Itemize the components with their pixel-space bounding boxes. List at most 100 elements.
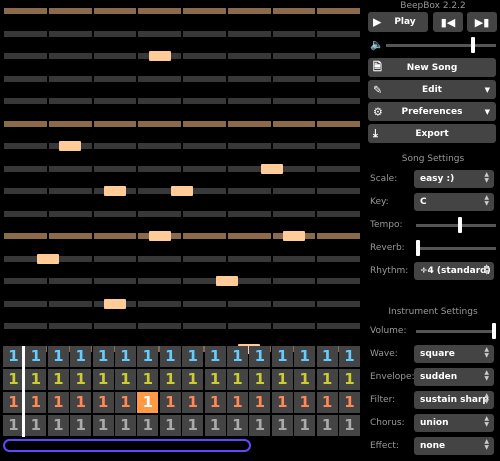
rhythm-select[interactable]: ÷4 (standard) ▲ ▼ (414, 262, 494, 280)
pattern-cell[interactable]: 1 (294, 369, 316, 390)
pattern-cell[interactable]: 1 (249, 415, 271, 436)
note-cell[interactable] (272, 210, 316, 217)
pattern-cell[interactable]: 1 (204, 346, 226, 367)
note-cell[interactable] (183, 165, 226, 172)
note[interactable] (103, 298, 126, 309)
pattern-grid[interactable]: 1111111111111111111111111111111111111111… (3, 346, 361, 438)
note-row[interactable] (3, 225, 361, 247)
pattern-cell[interactable]: 1 (294, 346, 316, 367)
pattern-cell[interactable]: 1 (294, 392, 316, 413)
note-cell[interactable] (93, 323, 137, 329)
note-cell[interactable] (4, 75, 47, 82)
note[interactable] (215, 276, 238, 286)
pattern-cell[interactable]: 1 (47, 415, 69, 436)
note-cell[interactable] (93, 120, 137, 127)
export-button[interactable]: ⤓ Export (368, 124, 496, 143)
note-cell[interactable] (317, 165, 360, 172)
note-cell[interactable] (138, 210, 181, 217)
pattern-cell[interactable]: 1 (271, 346, 293, 367)
note-cell[interactable] (4, 120, 47, 127)
note-cell[interactable] (227, 233, 271, 239)
note[interactable] (171, 186, 193, 196)
note-cell[interactable] (93, 98, 137, 104)
pattern-cell[interactable]: 1 (182, 346, 204, 367)
note-cell[interactable] (48, 188, 92, 194)
note-cell[interactable] (272, 278, 316, 284)
pattern-cell[interactable]: 1 (159, 369, 181, 390)
pattern-cell[interactable]: 1 (294, 415, 316, 436)
note-cell[interactable] (317, 8, 360, 14)
note-row[interactable] (3, 113, 361, 135)
note-cell[interactable] (227, 255, 271, 262)
note-cell[interactable] (93, 278, 137, 284)
note-row[interactable] (3, 315, 361, 337)
note-cell[interactable] (48, 53, 92, 59)
note-row[interactable] (3, 158, 361, 180)
pattern-cell[interactable]: 1 (115, 415, 136, 436)
note-cell[interactable] (138, 278, 181, 284)
note-cell[interactable] (4, 300, 47, 307)
note-cell[interactable] (227, 210, 271, 217)
note-cell[interactable] (48, 210, 92, 217)
pattern-cell[interactable]: 1 (339, 415, 360, 436)
pattern-cell[interactable]: 1 (47, 392, 69, 413)
note-cell[interactable] (317, 255, 360, 262)
note-cell[interactable] (138, 120, 181, 127)
note-cell[interactable] (4, 30, 47, 37)
note-cell[interactable] (48, 120, 92, 127)
pattern-cell[interactable]: 1 (204, 369, 226, 390)
note-cell[interactable] (48, 300, 92, 307)
pattern-cell[interactable]: 1 (3, 415, 24, 436)
note-cell[interactable] (227, 323, 271, 329)
pattern-cell[interactable]: 1 (339, 369, 360, 390)
pattern-cell[interactable]: 1 (25, 392, 47, 413)
pattern-cell[interactable]: 1 (115, 369, 136, 390)
note-row[interactable] (3, 135, 361, 157)
pattern-cell[interactable]: 1 (92, 346, 114, 367)
note-cell[interactable] (138, 98, 181, 104)
pattern-cell[interactable]: 1 (159, 346, 181, 367)
note-cell[interactable] (183, 300, 226, 307)
note-cell[interactable] (4, 188, 47, 194)
note-cell[interactable] (227, 30, 271, 37)
play-button[interactable]: ▶ Play (368, 12, 428, 32)
pattern-cell[interactable]: 1 (271, 369, 293, 390)
note-cell[interactable] (317, 53, 360, 59)
note[interactable] (282, 231, 305, 241)
pattern-cell[interactable]: 1 (182, 392, 204, 413)
pattern-cell[interactable]: 1 (227, 346, 248, 367)
pattern-cell[interactable]: 1 (204, 392, 226, 413)
note-cell[interactable] (4, 8, 47, 14)
note-cell[interactable] (48, 30, 92, 37)
pattern-cell[interactable]: 1 (137, 369, 159, 390)
envelope-select[interactable]: sudden ▲ ▼ (414, 368, 494, 386)
note-cell[interactable] (93, 8, 137, 14)
pattern-cell[interactable]: 1 (70, 415, 92, 436)
note[interactable] (260, 163, 283, 174)
volume-slider[interactable] (386, 44, 496, 47)
pattern-cell[interactable]: 1 (159, 392, 181, 413)
note-cell[interactable] (93, 75, 137, 82)
note-cell[interactable] (138, 30, 181, 37)
pattern-cell[interactable]: 1 (3, 346, 24, 367)
instrument-volume-slider[interactable] (416, 330, 496, 333)
note-cell[interactable] (4, 210, 47, 217)
note-row[interactable] (3, 203, 361, 225)
pattern-cell[interactable]: 1 (3, 392, 24, 413)
note-cell[interactable] (317, 233, 360, 239)
note-cell[interactable] (317, 188, 360, 194)
new-song-button[interactable]: 🗎 New Song (368, 58, 496, 77)
note-cell[interactable] (317, 75, 360, 82)
pattern-cell[interactable]: 1 (271, 392, 293, 413)
note-cell[interactable] (48, 75, 92, 82)
note-cell[interactable] (317, 30, 360, 37)
preferences-menu[interactable]: ⚙ Preferences ▼ (368, 102, 496, 121)
note-cell[interactable] (183, 98, 226, 104)
reverb-slider-thumb[interactable] (416, 240, 420, 256)
note-cell[interactable] (4, 143, 47, 149)
note-cell[interactable] (4, 233, 47, 239)
note-cell[interactable] (272, 300, 316, 307)
note-cell[interactable] (138, 8, 181, 14)
note-cell[interactable] (4, 53, 47, 59)
pattern-cell[interactable]: 1 (25, 346, 47, 367)
